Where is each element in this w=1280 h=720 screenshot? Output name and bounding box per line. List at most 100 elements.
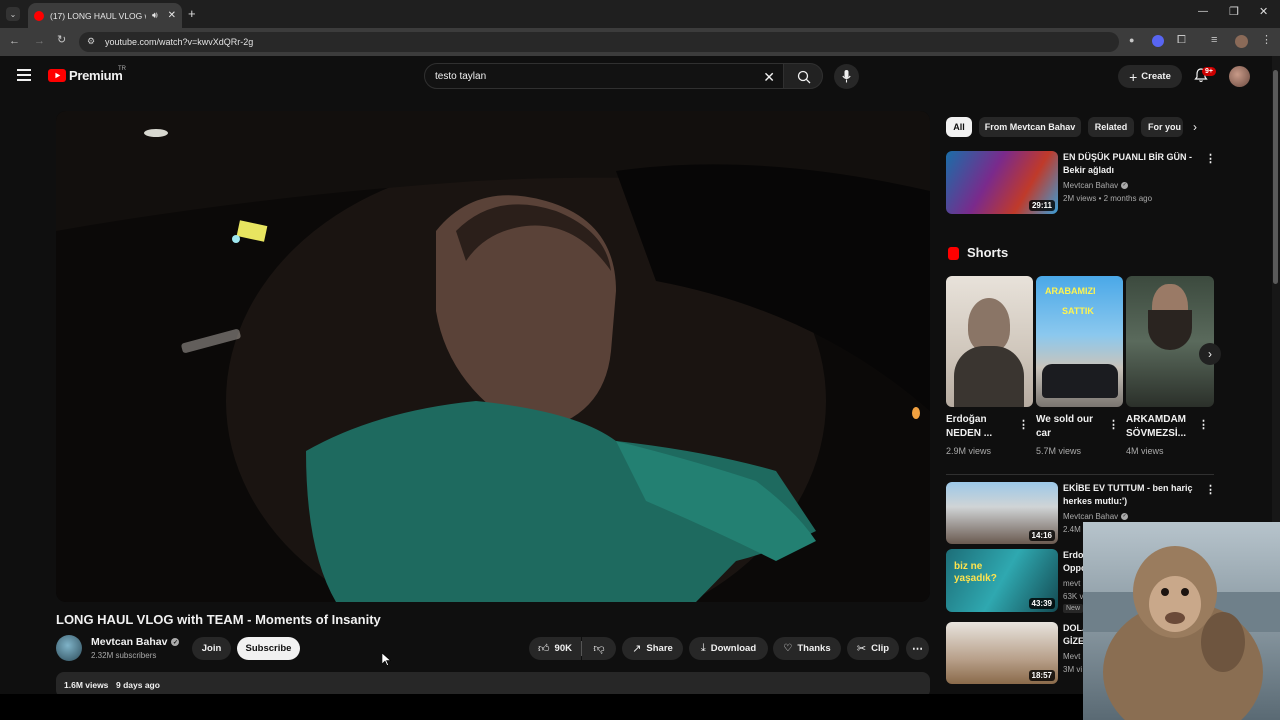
more-actions-button[interactable]: ⋯ <box>906 637 929 660</box>
share-icon: ↗ <box>632 643 642 655</box>
view-count: 1.6M views <box>64 680 109 690</box>
recommended-meta: 3M vi <box>1063 665 1083 674</box>
recommended-title[interactable]: EKİBE EV TUTTUM - ben hariç herkes mutlu… <box>1063 482 1203 508</box>
subscribe-label: Subscribe <box>245 643 292 654</box>
chip-all[interactable]: All <box>946 117 972 137</box>
microphone-icon <box>842 70 851 83</box>
title-line-2: NEDEN ... <box>946 428 993 439</box>
more-vert-icon[interactable]: ⋮ <box>1205 483 1216 496</box>
shorts-next-button[interactable]: › <box>1199 343 1221 365</box>
chips-next-icon[interactable]: › <box>1193 120 1197 134</box>
short-views: 4M views <box>1126 446 1164 456</box>
search-input[interactable]: testo taylan ✕ <box>424 63 784 89</box>
like-button[interactable]: 👍︎ 90K <box>529 637 581 660</box>
clear-search-icon[interactable]: ✕ <box>763 69 775 86</box>
new-tab-button[interactable]: + <box>188 6 196 21</box>
recommended-channel[interactable]: mevt <box>1063 577 1080 590</box>
thanks-label: Thanks <box>797 643 831 654</box>
short-title[interactable]: Erdoğan NEDEN ... <box>946 413 1016 441</box>
like-count: 90K <box>554 643 572 654</box>
recommended-thumbnail[interactable]: 18:57 <box>946 622 1058 684</box>
short-car <box>1042 364 1118 398</box>
short-title[interactable]: ARKAMDAM SÖVMEZSİ... <box>1126 413 1196 441</box>
recommended-thumbnail[interactable]: 29:11 <box>946 151 1058 214</box>
short-title[interactable]: We sold our car <box>1036 413 1106 441</box>
forward-arrow-icon[interactable]: → <box>34 36 45 47</box>
short-thumb-text-1: ARABAMIZI <box>1045 286 1096 296</box>
join-label: Join <box>201 643 222 654</box>
voice-search-button[interactable] <box>834 64 859 89</box>
short-thumbnail[interactable] <box>1126 276 1214 407</box>
more-vert-icon[interactable]: ⋮ <box>1108 418 1119 431</box>
video-frame <box>56 111 930 602</box>
browser-tab-active[interactable]: (17) LONG HAUL VLOG with 🔊︎ ✕ <box>28 3 182 28</box>
title-line-2: Bekir ağladı <box>1063 165 1115 175</box>
create-button[interactable]: + Create <box>1118 65 1182 88</box>
profile-avatar-icon[interactable] <box>1235 35 1248 48</box>
tune-icon[interactable]: ⚙︎ <box>87 36 95 47</box>
channel-avatar[interactable] <box>56 635 82 661</box>
youtube-play-logo-icon <box>48 69 66 82</box>
facecam-overlay <box>1083 522 1280 720</box>
recommended-title[interactable]: EN DÜŞÜK PUANLI BİR GÜN - Bekir ağladı <box>1063 151 1193 177</box>
extension-icon[interactable]: ● <box>1129 36 1134 45</box>
more-vert-icon[interactable]: ⋮ <box>1205 152 1216 165</box>
share-button[interactable]: ↗ Share <box>622 637 683 660</box>
short-portrait <box>968 298 1010 352</box>
address-bar[interactable]: ⚙︎ youtube.com/watch?v=kwvXdQRr-2g <box>79 32 1119 52</box>
minimize-button[interactable]: — <box>1198 6 1208 17</box>
join-button[interactable]: Join <box>192 637 231 660</box>
short-thumbnail[interactable] <box>946 276 1033 407</box>
tab-close-icon[interactable]: ✕ <box>168 10 176 21</box>
chip-from-channel[interactable]: From Mevtcan Bahav <box>979 117 1081 137</box>
scissors-icon: ✂ <box>856 643 867 655</box>
download-label: Download <box>710 643 757 654</box>
hamburger-menu-icon[interactable] <box>17 69 31 81</box>
logo-region: TR <box>118 66 126 72</box>
more-horizontal-icon: ⋯ <box>912 643 923 655</box>
thumbnail-caption: biz ne yaşadık? <box>954 561 997 584</box>
title-line-1: We sold our <box>1036 414 1094 425</box>
reload-icon[interactable]: ↻ <box>57 35 66 46</box>
short-views: 2.9M views <box>946 446 992 456</box>
short-thumbnail[interactable]: ARABAMIZI SATTIK <box>1036 276 1123 407</box>
clip-button[interactable]: ✂ Clip <box>847 637 899 660</box>
scrollbar-thumb[interactable] <box>1273 70 1278 284</box>
duration-badge: 29:11 <box>1028 200 1055 211</box>
recommended-thumbnail[interactable]: 14:16 <box>946 482 1058 544</box>
speaker-icon[interactable]: 🔊︎ <box>152 10 158 21</box>
plus-icon: + <box>1129 68 1138 85</box>
channel-label: Mevtcan Bahav <box>1063 181 1119 190</box>
download-button[interactable]: ⤓ Download <box>689 637 768 660</box>
channel-name[interactable]: Mevtcan Bahav ✓ <box>91 636 180 648</box>
clip-label: Clip <box>871 643 890 654</box>
chip-related[interactable]: Related <box>1088 117 1134 137</box>
recommended-channel[interactable]: Mevt <box>1063 650 1080 663</box>
thanks-button[interactable]: ♡ Thanks <box>773 637 841 660</box>
window-close-button[interactable]: ✕ <box>1259 5 1268 18</box>
browser-menu-icon[interactable]: ⋮ <box>1261 35 1272 46</box>
title-line-1: Erdoğan <box>946 414 987 425</box>
recommended-thumbnail[interactable]: biz ne yaşadık? 43:39 <box>946 549 1058 612</box>
back-arrow-icon[interactable]: ← <box>9 36 20 47</box>
search-button[interactable] <box>783 63 823 89</box>
video-player[interactable] <box>56 111 930 602</box>
short-thumb-text-2: SATTIK <box>1062 306 1094 316</box>
restore-button[interactable]: ❐ <box>1229 5 1239 18</box>
media-queue-icon[interactable]: ≡ <box>1211 35 1217 46</box>
discord-extension-icon[interactable] <box>1152 35 1164 47</box>
chip-for-you[interactable]: For you <box>1141 117 1183 137</box>
recommended-channel[interactable]: Mevtcan Bahav ✓ <box>1063 179 1129 192</box>
tab-search-button[interactable]: ⌄ <box>6 7 20 21</box>
youtube-logo[interactable]: Premium <box>48 68 123 83</box>
youtube-favicon-icon <box>34 10 44 21</box>
more-vert-icon[interactable]: ⋮ <box>1198 418 1209 431</box>
account-avatar[interactable] <box>1229 66 1250 87</box>
title-line-2: herkes mutlu:') <box>1063 496 1128 506</box>
subscribe-button[interactable]: Subscribe <box>237 637 300 660</box>
chip-label: From Mevtcan Bahav <box>984 122 1076 132</box>
more-vert-icon[interactable]: ⋮ <box>1018 418 1029 431</box>
extensions-puzzle-icon[interactable]: ⧠ <box>1177 35 1186 46</box>
short-suit <box>954 346 1024 407</box>
dislike-button[interactable]: 👎︎ <box>582 637 616 660</box>
